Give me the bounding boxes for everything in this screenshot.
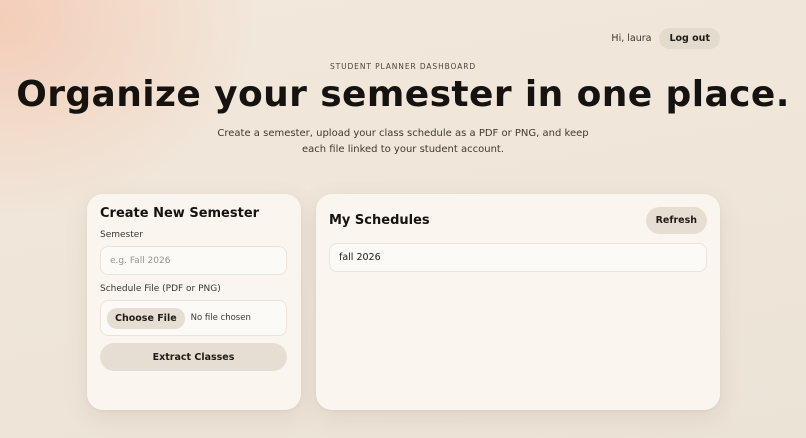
create-semester-title: Create New Semester (100, 206, 260, 221)
schedules-header: My Schedules Refresh (329, 207, 707, 234)
choose-file-button[interactable]: Choose File (107, 307, 185, 329)
page-title: Organize your semester in one place. (16, 74, 790, 115)
semester-input[interactable] (100, 246, 287, 275)
user-bar: Hi, laura Log out (611, 28, 720, 49)
schedule-item[interactable]: fall 2026 (329, 243, 707, 272)
logout-button[interactable]: Log out (659, 28, 720, 49)
semester-label: Semester (100, 230, 144, 240)
page-subtitle-line-2: each file linked to your student account… (301, 144, 505, 155)
page-subtitle-line-1: Create a semester, upload your class sch… (217, 128, 589, 139)
refresh-button[interactable]: Refresh (645, 207, 707, 234)
schedule-file-label: Schedule File (PDF or PNG) (100, 284, 221, 294)
extract-classes-button[interactable]: Extract Classes (100, 343, 287, 371)
user-greeting: Hi, laura (611, 33, 652, 44)
schedule-file-field[interactable]: Choose File No file chosen (100, 300, 287, 336)
schedules-card: My Schedules Refresh fall 2026 (316, 194, 720, 410)
schedule-list: fall 2026 (329, 243, 707, 272)
page-eyebrow: STUDENT PLANNER DASHBOARD (329, 62, 477, 71)
page-subtitle: Create a semester, upload your class sch… (0, 126, 806, 158)
schedules-title: My Schedules (329, 213, 430, 228)
create-semester-card: Create New Semester Semester Schedule Fi… (87, 194, 301, 410)
file-status: No file chosen (190, 313, 251, 323)
